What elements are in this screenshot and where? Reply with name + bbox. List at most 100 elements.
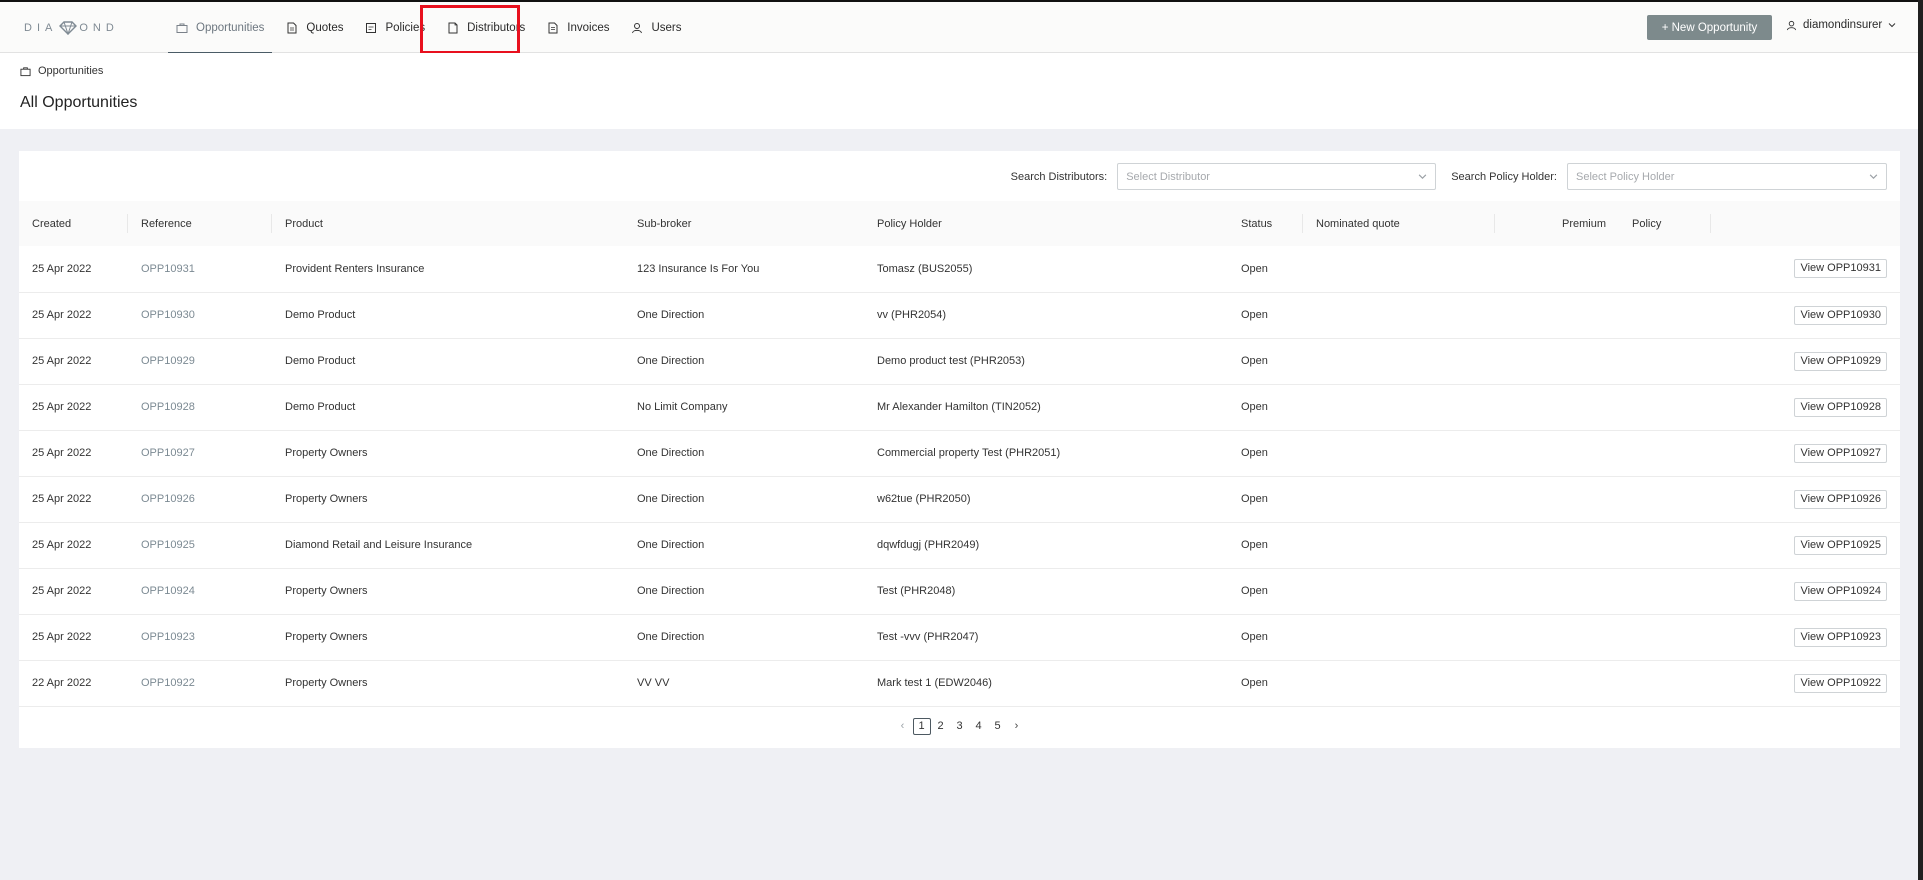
cell-action: View OPP10929 [1711, 338, 1900, 384]
cell-subbroker: One Direction [637, 493, 705, 505]
nav-users[interactable]: Users [621, 2, 691, 53]
cell-status: Open [1241, 262, 1268, 275]
cell-subbroker: One Direction [637, 585, 705, 597]
cell-policy-holder: Tomasz (BUS2055) [877, 262, 973, 275]
nav-label: Invoices [567, 21, 610, 34]
column-header-nominated-quote[interactable]: Nominated quote [1303, 201, 1495, 246]
page-button-3[interactable]: 3 [951, 718, 969, 735]
cell-reference-link[interactable]: OPP10930 [128, 292, 272, 338]
column-header-reference[interactable]: Reference [128, 201, 272, 246]
cell-product: Demo Product [285, 355, 356, 367]
cell-status: Open [1241, 309, 1268, 321]
cell-policy [1619, 292, 1711, 338]
cell-status: Open [1241, 401, 1268, 413]
cell-policy [1619, 246, 1711, 292]
column-header-product[interactable]: Product [272, 201, 624, 246]
column-header-subbroker[interactable]: Sub-broker [624, 201, 864, 246]
diamond-logo[interactable]: DIA OND [24, 19, 119, 37]
view-opportunity-button[interactable]: View OPP10928 [1794, 397, 1887, 417]
briefcase-icon [20, 66, 31, 76]
new-opportunity-button[interactable]: + New Opportunity [1647, 15, 1772, 40]
cell-nominated-quote [1303, 430, 1495, 476]
table-row: 25 Apr 2022 OPP10927 Property Owners One… [19, 430, 1900, 476]
user-icon [632, 22, 643, 33]
cell-premium [1495, 292, 1619, 338]
column-header-policy[interactable]: Policy [1619, 201, 1711, 246]
next-page-button[interactable]: › [1008, 718, 1026, 735]
view-opportunity-button[interactable]: View OPP10929 [1794, 351, 1887, 371]
logo-text-left: DIA [24, 22, 58, 34]
page-button-1[interactable]: 1 [912, 718, 931, 735]
table-row: 25 Apr 2022 OPP10924 Property Owners One… [19, 568, 1900, 614]
cell-status: Open [1241, 539, 1268, 551]
prev-page-button[interactable]: ‹ [894, 718, 912, 735]
view-opportunity-button[interactable]: View OPP10930 [1794, 305, 1887, 325]
distributor-select[interactable]: Select Distributor [1117, 163, 1437, 190]
cell-created: 25 Apr 2022 [32, 631, 92, 643]
page-button-4[interactable]: 4 [970, 718, 988, 735]
cell-premium [1495, 384, 1619, 430]
cell-status: Open [1241, 677, 1268, 689]
cell-premium [1495, 246, 1619, 292]
cell-premium [1495, 522, 1619, 568]
top-navbar: DIA OND Opportunities Quotes Policies Di… [0, 2, 1918, 54]
cell-reference-link[interactable]: OPP10922 [128, 660, 272, 706]
page-button-5[interactable]: 5 [989, 718, 1007, 735]
cell-reference-link[interactable]: OPP10926 [128, 476, 272, 522]
chevron-down-icon [1888, 23, 1896, 28]
page-button-2[interactable]: 2 [932, 718, 950, 735]
cell-created: 25 Apr 2022 [32, 309, 92, 321]
cell-policy-holder: w62tue (PHR2050) [877, 493, 971, 505]
cell-premium [1495, 476, 1619, 522]
cell-nominated-quote [1303, 660, 1495, 706]
table-row: 25 Apr 2022 OPP10929 Demo Product One Di… [19, 338, 1900, 384]
view-opportunity-button[interactable]: View OPP10931 [1794, 259, 1887, 279]
view-opportunity-button[interactable]: View OPP10922 [1794, 673, 1887, 693]
user-menu[interactable]: diamondinsurer [1786, 19, 1896, 31]
nav-opportunities[interactable]: Opportunities [166, 2, 274, 53]
cell-policy-holder: dqwfdugj (PHR2049) [877, 539, 980, 551]
nav-quotes[interactable]: Quotes [276, 2, 353, 53]
cell-reference-link[interactable]: OPP10927 [128, 430, 272, 476]
breadcrumb-opportunities[interactable]: Opportunities [38, 65, 103, 77]
cell-created: 25 Apr 2022 [32, 355, 92, 367]
cell-created: 25 Apr 2022 [32, 493, 92, 505]
cell-nominated-quote [1303, 614, 1495, 660]
app-window: DIA OND Opportunities Quotes Policies Di… [0, 0, 1918, 880]
cell-reference-link[interactable]: OPP10924 [128, 568, 272, 614]
view-opportunity-button[interactable]: View OPP10924 [1794, 581, 1887, 601]
view-opportunity-button[interactable]: View OPP10926 [1794, 489, 1887, 509]
view-opportunity-button[interactable]: View OPP10925 [1794, 535, 1887, 555]
document-icon [287, 22, 297, 33]
policy-holder-select[interactable]: Select Policy Holder [1567, 163, 1887, 190]
policy-holder-filter-label: Search Policy Holder: [1451, 170, 1557, 183]
nav-label: Users [651, 21, 682, 34]
cell-action: View OPP10923 [1711, 614, 1900, 660]
cell-subbroker: VV VV [637, 677, 670, 689]
cell-nominated-quote [1303, 384, 1495, 430]
cell-created: 25 Apr 2022 [32, 447, 92, 459]
view-opportunity-button[interactable]: View OPP10927 [1794, 443, 1887, 463]
cell-action: View OPP10931 [1711, 246, 1900, 292]
cell-created: 25 Apr 2022 [32, 585, 92, 597]
column-header-premium[interactable]: Premium [1495, 201, 1619, 246]
column-header-created[interactable]: Created [19, 201, 128, 246]
cell-status: Open [1241, 355, 1268, 367]
cell-policy-holder: Mark test 1 (EDW2046) [877, 677, 992, 689]
cell-policy-holder: Demo product test (PHR2053) [877, 355, 1025, 367]
cell-reference-link[interactable]: OPP10929 [128, 338, 272, 384]
cell-product: Property Owners [285, 631, 368, 643]
cell-policy-holder: Test (PHR2048) [877, 585, 956, 597]
distributor-select-placeholder: Select Distributor [1126, 170, 1210, 183]
column-header-status[interactable]: Status [1228, 201, 1303, 246]
cell-policy [1619, 338, 1711, 384]
nav-invoices[interactable]: Invoices [537, 2, 619, 53]
view-opportunity-button[interactable]: View OPP10923 [1794, 627, 1887, 647]
cell-reference-link[interactable]: OPP10925 [128, 522, 272, 568]
column-header-policy-holder[interactable]: Policy Holder [864, 201, 1228, 246]
cell-policy-holder: Test -vvv (PHR2047) [877, 631, 979, 643]
cell-reference-link[interactable]: OPP10931 [128, 246, 272, 292]
cell-reference-link[interactable]: OPP10928 [128, 384, 272, 430]
cell-reference-link[interactable]: OPP10923 [128, 614, 272, 660]
distributor-filter-label: Search Distributors: [1010, 170, 1108, 183]
